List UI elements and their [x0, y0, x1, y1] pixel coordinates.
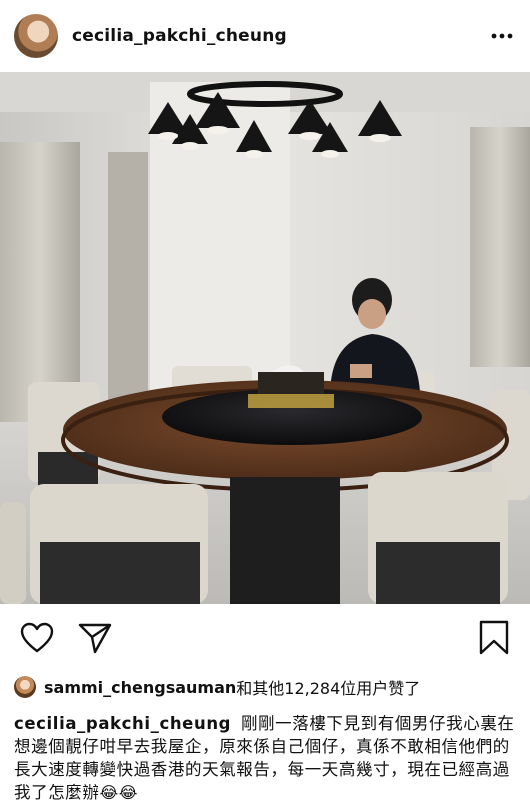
- more-horizontal-icon[interactable]: [488, 22, 516, 50]
- profile-avatar[interactable]: [14, 14, 58, 58]
- caption-username[interactable]: cecilia_pakchi_cheung: [14, 714, 231, 733]
- laughing-emoji: 😂😂: [99, 783, 139, 802]
- send-icon[interactable]: [78, 622, 112, 658]
- post-header: cecilia_pakchi_cheung: [0, 0, 530, 72]
- heart-icon[interactable]: [20, 622, 54, 658]
- liker-username[interactable]: sammi_chengsauman: [44, 678, 236, 697]
- action-bar: [0, 606, 530, 668]
- dining-room-photo: [0, 72, 530, 604]
- likes-summary[interactable]: sammi_chengsauman 和其他12,284位用户赞了: [14, 672, 420, 702]
- bookmark-icon[interactable]: [478, 620, 510, 660]
- post-caption: cecilia_pakchi_cheung 剛剛一落樓下見到有個男仔我心裏在想邊…: [14, 712, 516, 804]
- post-username[interactable]: cecilia_pakchi_cheung: [72, 26, 488, 46]
- post-photo[interactable]: [0, 72, 530, 604]
- liker-avatar: [14, 676, 36, 698]
- likes-text: 和其他12,284位用户赞了: [236, 679, 421, 698]
